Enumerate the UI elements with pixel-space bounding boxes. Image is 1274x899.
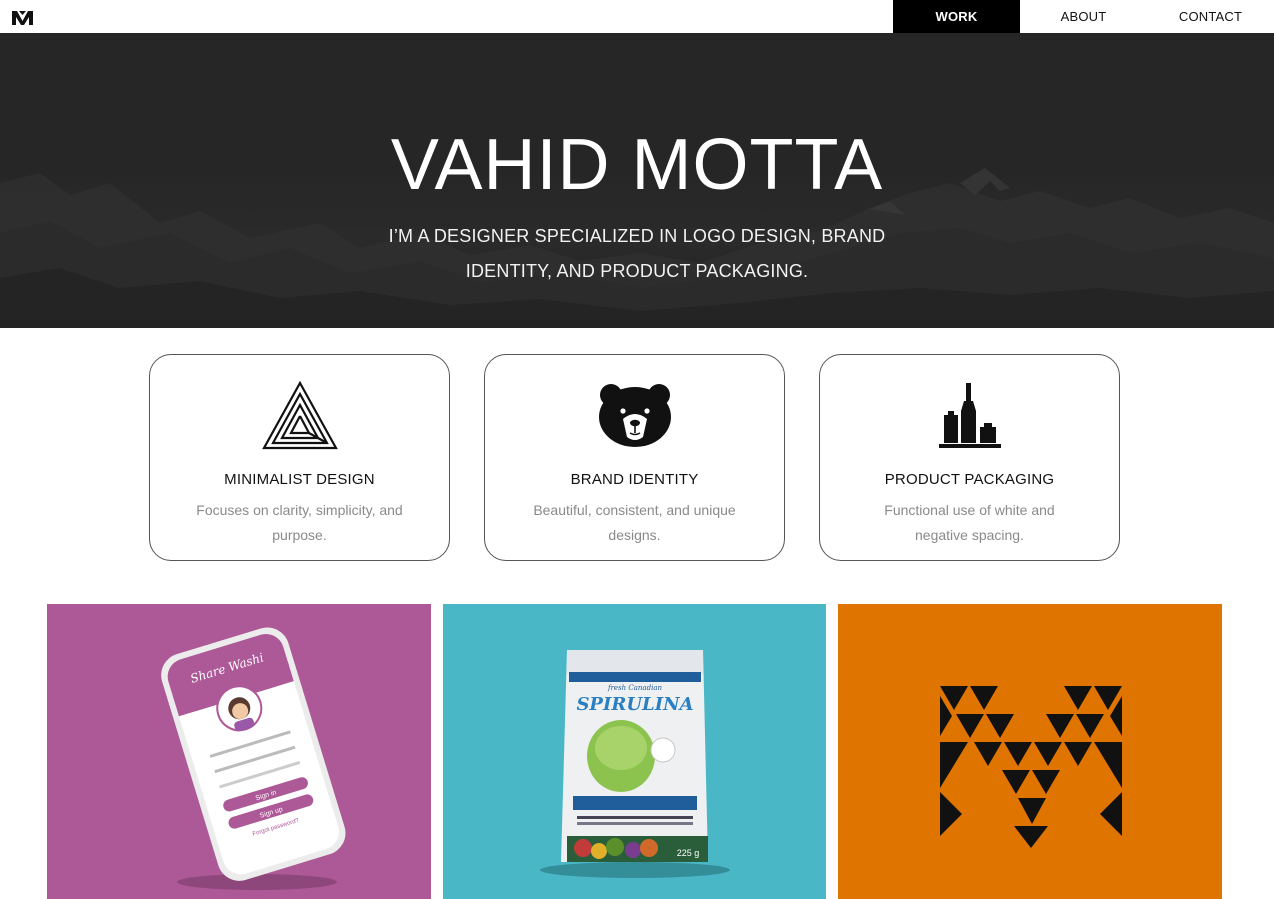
feature-title: BRAND IDENTITY bbox=[570, 471, 699, 488]
nav-about-link[interactable]: ABOUT bbox=[1020, 0, 1147, 33]
hero-subtitle: I’M A DESIGNER SPECIALIZED IN LOGO DESIG… bbox=[388, 226, 886, 281]
feature-description: Focuses on clarity, simplicity, and purp… bbox=[196, 502, 403, 543]
spirulina-pouch-image: fresh Canadian SPIRULINA 225 g bbox=[443, 604, 826, 899]
share-washi-phone-mockup-image: Share Washi Sign in Sign up Forgot passw… bbox=[47, 604, 431, 899]
feature-title: MINIMALIST DESIGN bbox=[224, 471, 375, 488]
nav-links: WORK ABOUT CONTACT bbox=[893, 0, 1274, 33]
portfolio-tile-vm-logo[interactable] bbox=[838, 604, 1222, 899]
feature-card-packaging: PRODUCT PACKAGING Functional use of whit… bbox=[819, 354, 1120, 561]
pouch-brand-text: SPIRULINA bbox=[576, 694, 693, 715]
bottles-icon bbox=[938, 383, 1001, 448]
hero-banner: VAHID MOTTA I’M A DESIGNER SPECIALIZED I… bbox=[0, 33, 1274, 328]
top-navbar: WORK ABOUT CONTACT bbox=[0, 0, 1274, 33]
feature-description: Beautiful, consistent, and unique design… bbox=[533, 502, 736, 543]
pouch-weight-text: 225 g bbox=[677, 848, 700, 858]
nav-contact-link[interactable]: CONTACT bbox=[1147, 0, 1274, 33]
bear-head-icon bbox=[598, 384, 671, 447]
feature-title: PRODUCT PACKAGING bbox=[884, 471, 1055, 488]
hero-title: VAHID MOTTA bbox=[390, 125, 884, 205]
vm-triangle-logo-image bbox=[838, 604, 1222, 899]
vm-monogram-icon[interactable] bbox=[12, 9, 33, 25]
pouch-brand-small: fresh Canadian bbox=[607, 684, 663, 692]
feature-card-brand: BRAND IDENTITY Beautiful, consistent, an… bbox=[484, 354, 785, 561]
portfolio-tile-spirulina[interactable]: fresh Canadian SPIRULINA 225 g bbox=[443, 604, 826, 899]
nav-work-link[interactable]: WORK bbox=[893, 0, 1020, 33]
feature-description: Functional use of white and negative spa… bbox=[884, 502, 1055, 543]
feature-card-minimalist: MINIMALIST DESIGN Focuses on clarity, si… bbox=[149, 354, 450, 561]
triangle-maze-icon bbox=[261, 381, 338, 450]
portfolio-tile-app[interactable]: Share Washi Sign in Sign up Forgot passw… bbox=[47, 604, 431, 899]
